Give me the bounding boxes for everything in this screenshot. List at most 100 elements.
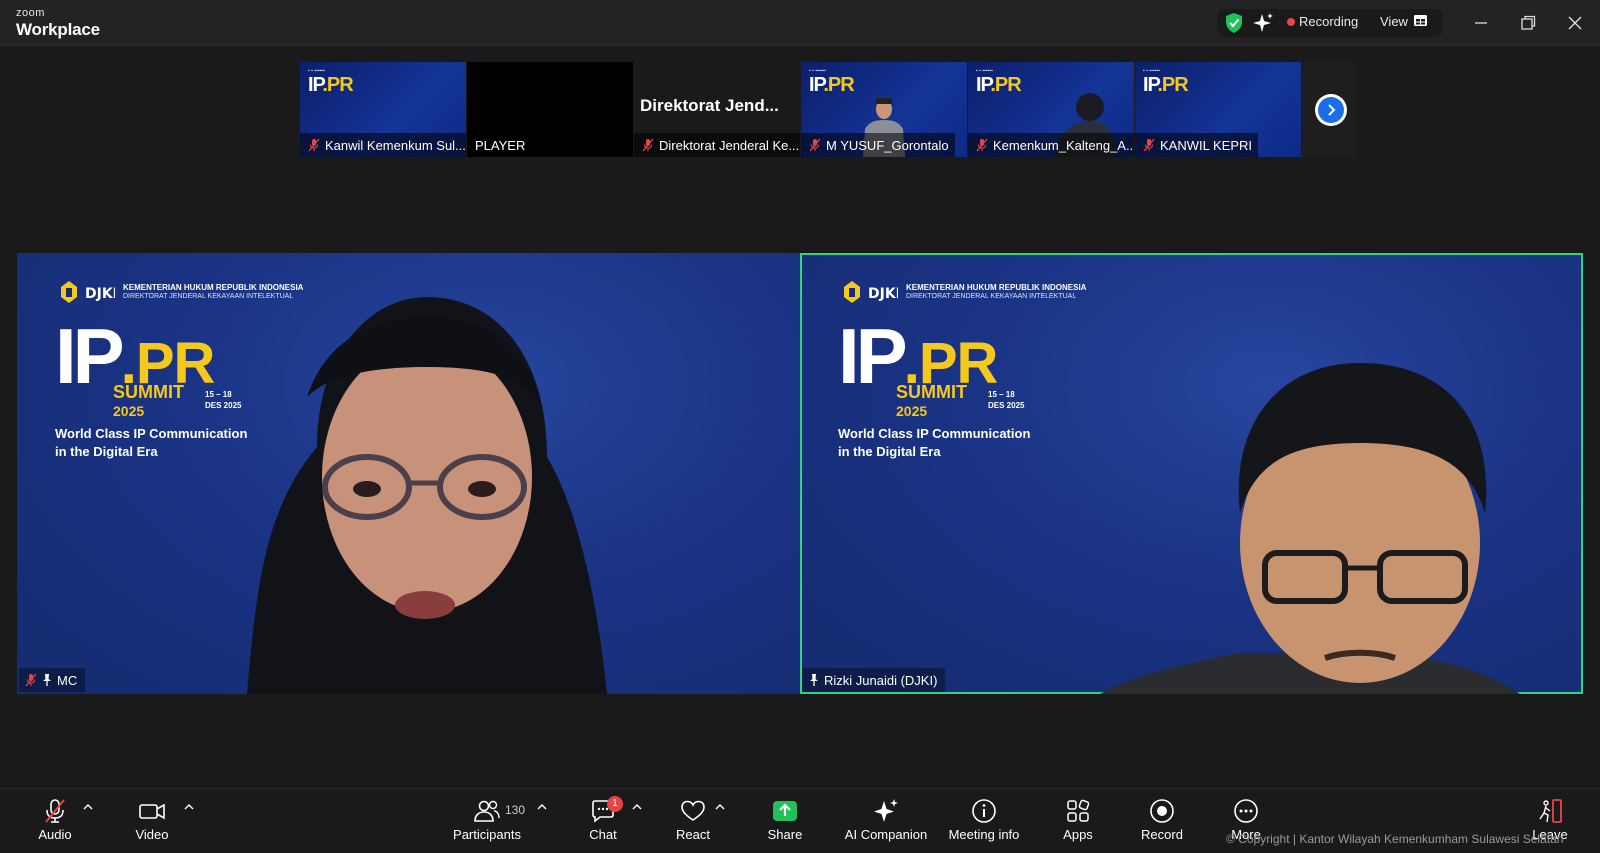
event-summit: SUMMIT	[113, 382, 184, 402]
audio-label: Audio	[38, 827, 72, 842]
event-dates: 15 – 18 DES 2025	[988, 389, 1024, 411]
slide-brand-row: DJKI KEMENTERIAN HUKUM REPUBLIK INDONESI…	[840, 279, 1086, 305]
apps-icon	[1067, 799, 1090, 822]
participants-options-chevron-icon[interactable]	[537, 803, 547, 811]
meeting-info-button[interactable]: Meeting info	[946, 789, 1022, 851]
chat-label: Chat	[589, 827, 617, 842]
chat-options-chevron-icon[interactable]	[632, 803, 642, 811]
video-options-chevron-icon[interactable]	[184, 803, 194, 811]
view-button[interactable]: View	[1380, 14, 1408, 29]
slide-logo: IP.PR	[809, 74, 855, 96]
ministry-logo-icon: DJKI	[61, 281, 115, 303]
participant-name-label: M YUSUF_Gorontalo	[801, 133, 955, 157]
svg-text:DJKI: DJKI	[85, 286, 115, 302]
participant-display-name: Direktorat Jend...	[640, 96, 779, 115]
svg-text:DJKI: DJKI	[868, 286, 898, 302]
close-icon[interactable]	[1564, 12, 1586, 34]
event-dates-range: 15 – 18	[988, 390, 1015, 399]
apps-button[interactable]: Apps	[1061, 789, 1095, 851]
restore-icon[interactable]	[1517, 12, 1539, 34]
slide-logo: IP.PR	[308, 74, 354, 96]
event-year: 2025	[113, 403, 145, 419]
event-dates-month: DES 2025	[988, 401, 1025, 411]
grid-view-icon[interactable]	[1414, 15, 1427, 26]
event-summit: SUMMIT	[896, 382, 967, 402]
ai-companion-label: AI Companion	[844, 827, 928, 842]
participant-thumbnail[interactable]: ▪ ▪ ▪▪▪▪▪▪ IP.PR Kemenkum_Kalteng_A...	[968, 62, 1134, 157]
mic-muted-icon	[642, 138, 654, 152]
copyright-watermark: © Copyright | Kantor Wilayah Kemenkumham…	[1226, 832, 1564, 846]
mic-muted-icon	[1143, 138, 1155, 152]
share-button[interactable]: Share	[765, 789, 805, 851]
participant-video	[1100, 363, 1520, 694]
audio-button[interactable]: Audio	[34, 789, 76, 851]
video-camera-icon	[139, 803, 165, 820]
participant-name-label: KANWIL KEPRI	[1135, 133, 1258, 157]
record-icon	[1150, 799, 1174, 823]
logo-brand-bottom: Workplace	[16, 20, 100, 39]
participant-name: Direktorat Jenderal Ke...	[659, 137, 800, 153]
participants-icon	[474, 800, 500, 822]
participant-video	[247, 297, 607, 694]
participant-name: Kanwil Kemenkum Sul...	[325, 137, 466, 153]
heart-icon	[681, 800, 705, 821]
meeting-info-label: Meeting info	[948, 827, 1020, 842]
participant-thumbnail[interactable]: ▪ ▪ ▪▪▪▪▪▪ IP.PR M YUSUF_Gorontalo	[801, 62, 967, 157]
minimize-icon[interactable]	[1470, 12, 1492, 34]
participant-name: Kemenkum_Kalteng_A...	[993, 137, 1134, 153]
react-button[interactable]: React	[673, 789, 713, 851]
chevron-right-icon	[1328, 104, 1336, 116]
video-button[interactable]: Video	[131, 789, 173, 851]
video-label: Video	[135, 827, 169, 842]
ai-companion-button[interactable]: AI Companion	[843, 789, 929, 851]
react-options-chevron-icon[interactable]	[715, 803, 725, 811]
event-logo-ip: IP	[55, 312, 125, 400]
video-tile-active-speaker[interactable]: DJKI KEMENTERIAN HUKUM REPUBLIK INDONESI…	[800, 253, 1583, 694]
audio-options-chevron-icon[interactable]	[83, 803, 93, 811]
react-label: React	[676, 827, 710, 842]
share-label: Share	[767, 827, 803, 842]
record-label: Record	[1141, 827, 1183, 842]
participant-name-label: Kemenkum_Kalteng_A...	[968, 133, 1134, 157]
slide-logo: IP.PR	[1143, 74, 1189, 96]
participant-name-label: Rizki Junaidi (DJKI)	[802, 668, 946, 692]
participant-thumbnail[interactable]: PLAYER	[467, 62, 633, 157]
info-icon	[972, 799, 996, 823]
mic-muted-icon	[25, 673, 37, 687]
ministry-logo-icon: DJKI	[844, 281, 898, 303]
participant-thumbnail[interactable]: ▪ ▪ ▪▪▪▪▪▪ IP.PR Kanwil Kemenkum Sul...	[300, 62, 466, 157]
chat-unread-badge: 1	[607, 796, 623, 812]
participant-name: M YUSUF_Gorontalo	[826, 137, 949, 153]
mic-muted-icon	[308, 138, 320, 152]
participant-name-label: Kanwil Kemenkum Sul...	[300, 133, 466, 157]
next-page-button[interactable]	[1315, 94, 1347, 126]
title-bar: zoom Workplace Recording View	[0, 0, 1600, 46]
pin-icon	[810, 674, 818, 686]
recording-indicator[interactable]: Recording	[1299, 14, 1358, 29]
more-dots-icon	[1234, 799, 1258, 823]
mic-muted-icon	[45, 799, 65, 823]
participant-name-label: PLAYER	[467, 133, 532, 157]
slide-logo: IP.PR	[976, 74, 1022, 96]
participant-name: MC	[57, 672, 78, 688]
app-logo: zoom Workplace	[16, 7, 100, 39]
apps-label: Apps	[1063, 827, 1093, 842]
record-button[interactable]: Record	[1140, 789, 1184, 851]
participant-thumbnail[interactable]: ▪ ▪ ▪▪▪▪▪▪ IP.PR KANWIL KEPRI	[1135, 62, 1301, 157]
ai-sparkle-icon[interactable]	[1252, 12, 1274, 34]
share-screen-icon	[773, 801, 797, 821]
event-tagline-line1: World Class IP Communication	[838, 426, 1031, 441]
participant-name-label: MC	[19, 668, 86, 692]
participants-button[interactable]: Participants	[452, 789, 522, 851]
leave-door-icon	[1539, 799, 1562, 823]
video-tile-mc[interactable]: DJKI KEMENTERIAN HUKUM REPUBLIK INDONESI…	[17, 253, 800, 694]
pin-icon	[43, 674, 51, 686]
shield-check-icon[interactable]	[1224, 12, 1244, 34]
event-year: 2025	[896, 403, 928, 419]
participants-label: Participants	[453, 827, 521, 842]
recording-dot-icon	[1287, 18, 1295, 26]
logo-brand-top: zoom	[16, 7, 45, 19]
participant-name-label: Direktorat Jenderal Ke...	[634, 133, 800, 157]
event-tagline: World Class IP Communication in the Digi…	[838, 425, 1030, 461]
participant-thumbnail[interactable]: Direktorat Jend... Direktorat Jenderal K…	[634, 62, 800, 157]
